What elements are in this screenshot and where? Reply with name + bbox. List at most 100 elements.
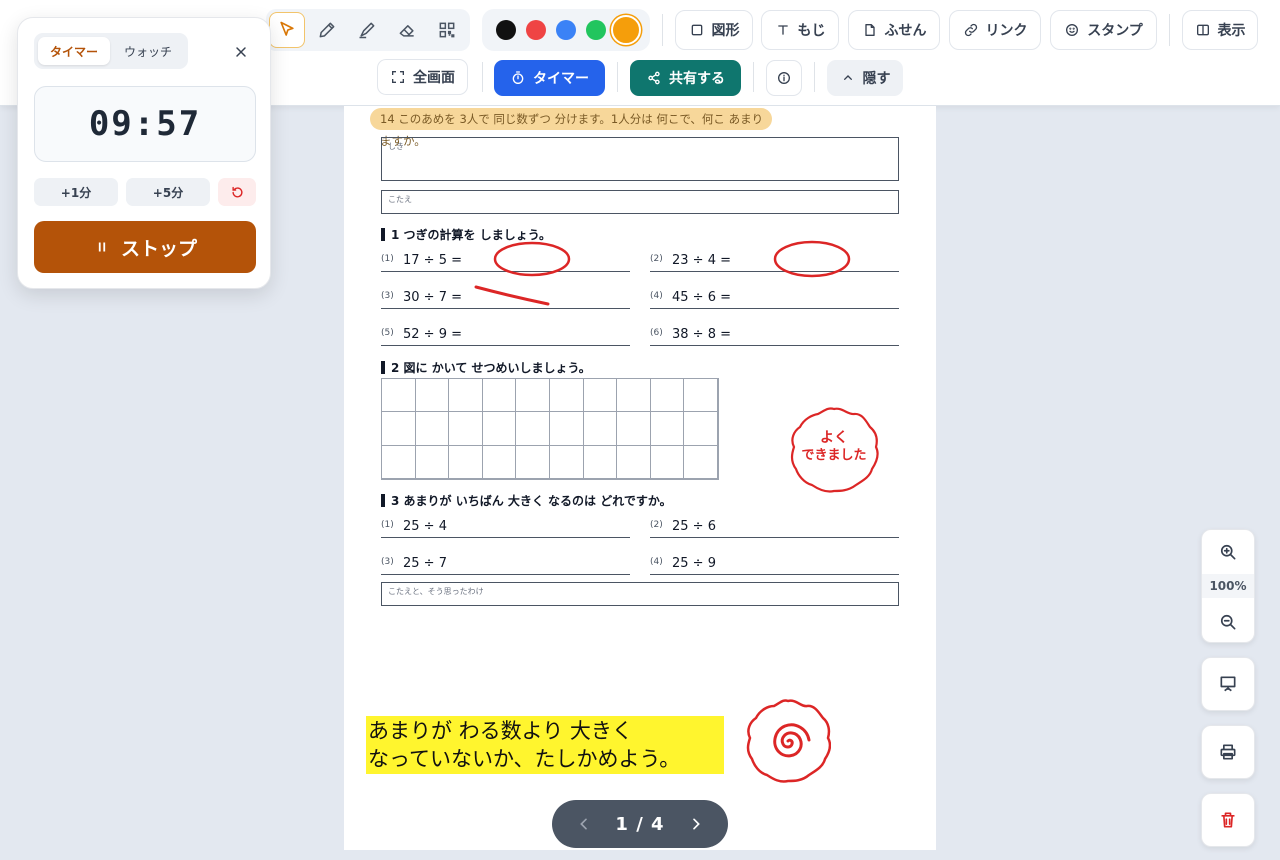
text-button-label: もじ — [797, 23, 826, 39]
problem-number: (4) — [650, 557, 663, 567]
problem-expression: 25 ÷ 4 — [403, 519, 447, 534]
fullscreen-button[interactable]: 全画面 — [377, 59, 468, 95]
color-swatch-red[interactable] — [526, 20, 546, 40]
problem-1-5: (5) 52 ÷ 9 = — [381, 320, 630, 346]
highlighter-tool-button[interactable] — [349, 12, 385, 48]
shiki-label: しき — [388, 142, 404, 151]
reset-timer-button[interactable] — [218, 178, 256, 206]
present-button[interactable] — [1201, 657, 1255, 711]
timer-panel: タイマー ウォッチ 09:57 +1分 +5分 ストップ — [17, 17, 271, 289]
sticky-note-line1: あまりが わる数より 大きく — [368, 719, 633, 743]
section-2-title: 2 図に かいて せつめいしましょう。 — [391, 361, 591, 375]
trash-icon — [1221, 812, 1235, 828]
zoom-out-button[interactable] — [1202, 602, 1254, 642]
section-3-title: 3 あまりが いちばん 大きく なるのは どれですか。 — [391, 494, 672, 508]
info-icon — [778, 72, 790, 84]
color-palette — [482, 9, 650, 51]
problem-number: (1) — [381, 520, 394, 530]
add-1-minute-button[interactable]: +1分 — [34, 178, 118, 206]
question-banner: 14 このあめを 3人で 同じ数ずつ 分けます。1人分は 何こで、何こ あまりま… — [370, 108, 772, 148]
shiki-answer-box[interactable]: しき — [381, 137, 899, 181]
yellow-sticky-note[interactable]: あまりが わる数より 大きく なっていないか、たしかめよう。 — [366, 716, 724, 774]
swirl-stamp-icon[interactable] — [745, 698, 831, 784]
link-button[interactable]: リンク — [949, 10, 1041, 50]
info-button[interactable] — [766, 60, 802, 96]
section-2-heading: 2 図に かいて せつめいしましょう。 — [381, 359, 591, 376]
color-swatch-blue[interactable] — [556, 20, 576, 40]
fullscreen-button-label: 全画面 — [413, 70, 455, 86]
good-job-stamp[interactable]: よく できました — [788, 405, 880, 495]
problem-expression: 25 ÷ 7 — [403, 556, 447, 571]
text-t-icon — [777, 25, 788, 35]
print-button[interactable] — [1201, 725, 1255, 779]
pen-tool-button[interactable] — [309, 12, 345, 48]
view-button-label: 表示 — [1217, 23, 1246, 39]
section-marker — [381, 361, 385, 374]
problem-number: (3) — [381, 291, 394, 301]
select-tool-button[interactable] — [269, 12, 305, 48]
printer-icon — [1220, 744, 1236, 760]
reset-icon — [231, 186, 243, 197]
zoom-out-icon — [1220, 614, 1236, 630]
drawing-tools — [266, 9, 470, 51]
problem-expression: 30 ÷ 7 = — [403, 290, 462, 305]
eraser-tool-button[interactable] — [389, 12, 425, 48]
columns-icon — [1196, 24, 1209, 36]
delete-button[interactable] — [1201, 793, 1255, 847]
stamp-text-line2: できました — [801, 448, 867, 463]
stamp-button[interactable]: スタンプ — [1050, 10, 1157, 50]
zoom-in-button[interactable] — [1202, 532, 1254, 572]
stop-timer-button[interactable]: ストップ — [34, 221, 256, 273]
timer-display: 09:57 — [34, 86, 256, 162]
tab-timer[interactable]: タイマー — [38, 37, 110, 65]
text-button[interactable]: もじ — [761, 10, 839, 50]
timer-mode-tabs: タイマー ウォッチ — [34, 33, 188, 69]
toolbar-divider — [753, 62, 754, 92]
stopwatch-icon — [512, 71, 524, 84]
fullscreen-icon — [392, 71, 404, 83]
tab-stopwatch[interactable]: ウォッチ — [112, 37, 184, 65]
timer-button[interactable]: タイマー — [494, 60, 605, 96]
chevron-up-icon — [843, 75, 852, 80]
zoom-in-icon — [1220, 544, 1236, 560]
color-swatch-orange[interactable] — [611, 15, 641, 45]
shape-button[interactable]: 図形 — [675, 10, 753, 50]
toolbar-divider — [482, 62, 483, 92]
page-counter: 1 / 4 — [615, 813, 665, 835]
problem-expression: 25 ÷ 6 — [672, 519, 716, 534]
page-navigator: 1 / 4 — [552, 800, 728, 848]
presentation-icon — [1220, 676, 1236, 692]
section-marker — [381, 494, 385, 507]
toolbar-divider — [1169, 14, 1170, 46]
red-circle-annotation[interactable] — [493, 241, 571, 277]
highlighter-icon — [359, 22, 375, 39]
reason-answer-box[interactable]: こたえと、そう思ったわけ — [381, 582, 899, 606]
color-swatch-green[interactable] — [586, 20, 606, 40]
chevron-left-icon[interactable] — [576, 816, 592, 832]
close-timer-button[interactable] — [231, 42, 251, 62]
add-5-minutes-button[interactable]: +5分 — [126, 178, 210, 206]
problem-number: (6) — [650, 328, 663, 338]
hide-toolbar-button[interactable]: 隠す — [827, 60, 903, 96]
problem-expression: 52 ÷ 9 = — [403, 327, 462, 342]
problem-number: (2) — [650, 520, 663, 530]
drawing-grid[interactable] — [381, 378, 719, 480]
color-swatch-black[interactable] — [496, 20, 516, 40]
chevron-right-icon[interactable] — [688, 816, 704, 832]
sticky-note-icon — [864, 24, 875, 36]
red-circle-annotation[interactable] — [773, 240, 851, 278]
pause-icon — [98, 242, 106, 252]
sticky-note-button[interactable]: ふせん — [848, 10, 940, 50]
pen-annotations[interactable] — [460, 230, 880, 310]
problem-3-2: (2) 25 ÷ 6 — [650, 512, 899, 538]
pencil-icon — [319, 22, 335, 38]
qr-code-tool-button[interactable] — [429, 12, 465, 48]
link-button-label: リンク — [985, 23, 1028, 39]
zoom-level: 100% — [1202, 574, 1254, 598]
view-button[interactable]: 表示 — [1182, 10, 1258, 50]
red-stroke-annotation[interactable] — [474, 285, 550, 306]
timer-button-label: タイマー — [533, 71, 589, 87]
square-icon — [691, 24, 702, 36]
kotae-answer-box[interactable]: こたえ — [381, 190, 899, 214]
share-button[interactable]: 共有する — [630, 60, 741, 96]
